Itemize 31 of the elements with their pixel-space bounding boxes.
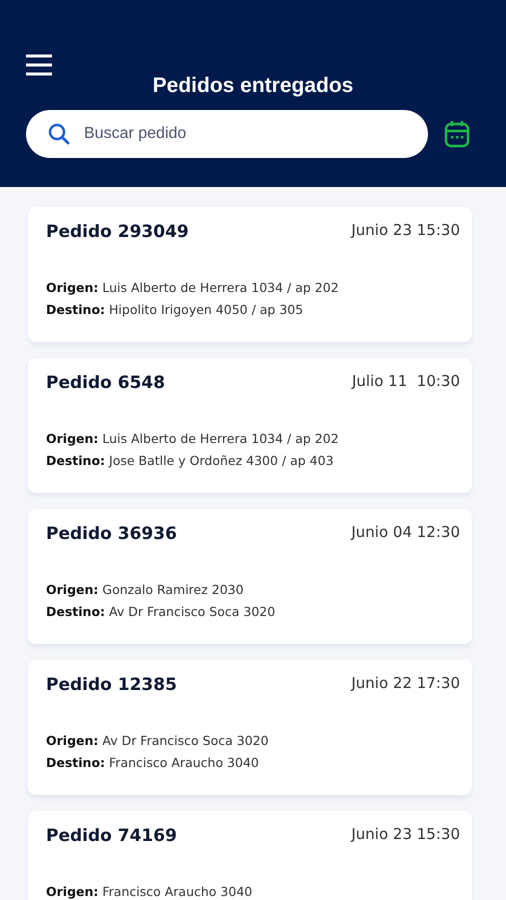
order-date: Junio 23 15:30 xyxy=(351,824,460,845)
calendar-icon xyxy=(444,120,470,148)
order-date: Junio 04 12:30 xyxy=(351,522,460,543)
menu-button[interactable] xyxy=(26,52,52,78)
destination-text: Destino: Av Dr Francisco Soca 3020 xyxy=(46,603,276,621)
order-card[interactable]: Pedido 293049 Junio 23 15:30 Origen: Luis Alberto de Herrera 1034 / ap 202 Destino: Hipolito Irigoyen 4050 / ap 305 xyxy=(28,207,472,342)
order-title: Pedido 293049 xyxy=(46,221,189,244)
destination-text: Destino: Jose Batlle y Ordoñez 4300 / ap 403 xyxy=(46,452,335,470)
order-title: Pedido 6548 xyxy=(46,372,166,395)
calendar-button[interactable] xyxy=(444,120,470,148)
origin-text: Origen: Luis Alberto de Herrera 1034 / ap 202 xyxy=(46,430,340,448)
order-title: Pedido 74169 xyxy=(46,825,177,848)
order-date: Julio 11 10:30 xyxy=(352,371,460,392)
order-card[interactable]: Pedido 12385 Junio 22 17:30 Origen: Av Dr Francisco Soca 3020 Destino: Francisco Araucho 3040 xyxy=(28,660,472,795)
destination-text: Destino: Francisco Araucho 3040 xyxy=(46,754,260,772)
order-date: Junio 22 17:30 xyxy=(351,673,460,694)
origin-text: Origen: Francisco Araucho 3040 xyxy=(46,883,254,900)
order-card[interactable]: Pedido 6548 Julio 11 10:30 Origen: Luis Alberto de Herrera 1034 / ap 202 Destino: Jose Batlle y Ordoñez 4300 / ap 403 xyxy=(28,358,472,493)
search-icon xyxy=(48,123,70,145)
destination-text: Destino: Hipolito Irigoyen 4050 / ap 305 xyxy=(46,301,304,319)
search-field[interactable]: Buscar pedido xyxy=(26,110,428,158)
page-title: Pedidos entregados xyxy=(152,73,354,99)
origin-text: Origen: Gonzalo Ramirez 2030 xyxy=(46,581,245,599)
origin-text: Origen: Luis Alberto de Herrera 1034 / ap 202 xyxy=(46,279,340,297)
order-card[interactable]: Pedido 74169 Junio 23 15:30 Origen: Francisco Araucho 3040 xyxy=(28,811,472,900)
order-date: Junio 23 15:30 xyxy=(351,220,460,241)
origin-text: Origen: Av Dr Francisco Soca 3020 xyxy=(46,732,270,750)
menu-icon xyxy=(26,54,52,76)
order-card[interactable]: Pedido 36936 Junio 04 12:30 Origen: Gonzalo Ramirez 2030 Destino: Av Dr Francisco Soca 3020 xyxy=(28,509,472,644)
order-title: Pedido 36936 xyxy=(46,523,177,546)
order-title: Pedido 12385 xyxy=(46,674,177,697)
